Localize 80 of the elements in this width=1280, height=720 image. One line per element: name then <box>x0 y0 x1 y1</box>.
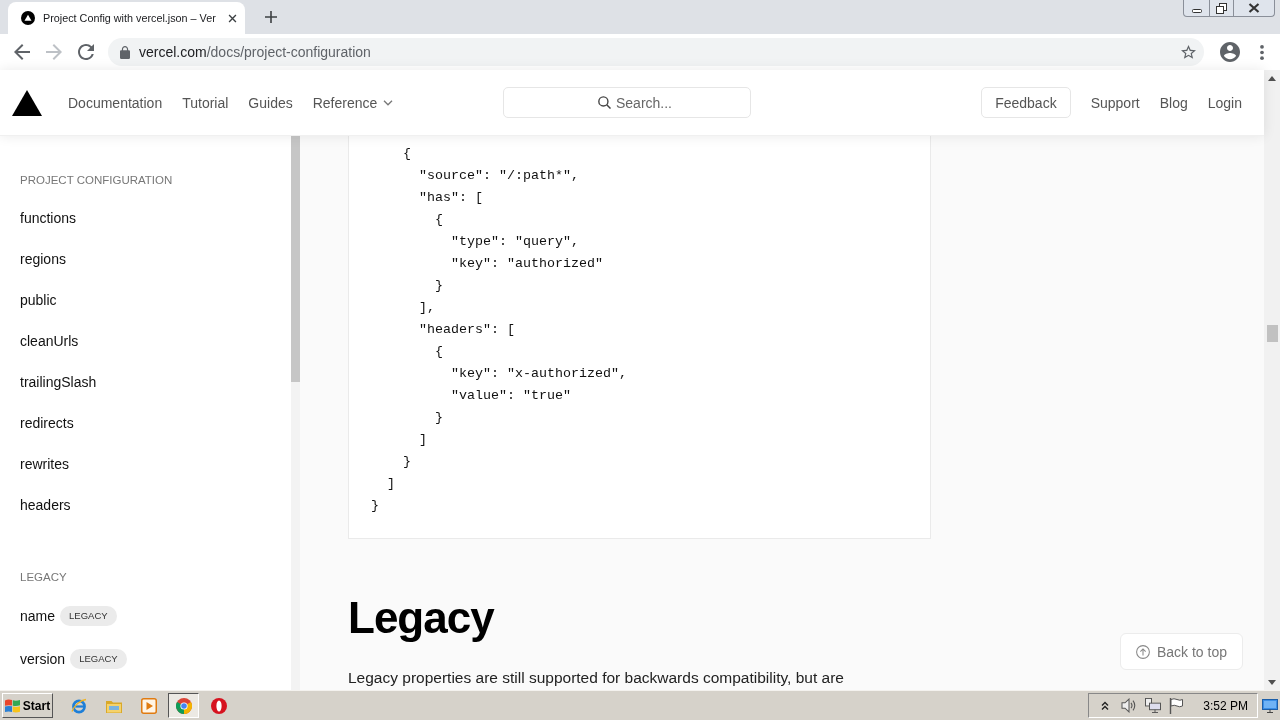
code-line: "key": "authorized" <box>450 255 603 273</box>
code-line: } <box>435 277 443 295</box>
code-line: ] <box>419 431 427 449</box>
triangle-up-icon <box>1268 75 1276 81</box>
flag-icon[interactable] <box>1169 697 1184 714</box>
triangle-logo-icon[interactable] <box>12 89 42 116</box>
code-line: "type": "query", <box>450 233 579 251</box>
taskbar-button[interactable] <box>168 693 199 718</box>
section-heading: LEGACY <box>20 570 67 584</box>
code-line: "source": "/:path*", <box>419 167 579 185</box>
sidebar-link[interactable]: version <box>20 650 66 667</box>
chevron-up-icon[interactable] <box>1101 700 1110 711</box>
arrow-up-circle-icon <box>1135 644 1150 659</box>
e-logo-icon <box>70 697 87 714</box>
search-icon <box>598 96 611 109</box>
address-bar[interactable]: vercel.com/docs/project-configuration <box>108 38 1204 66</box>
arrow-right-icon <box>46 44 62 60</box>
scrollbar-thumb[interactable] <box>291 136 300 382</box>
monitor-icon[interactable] <box>1262 698 1278 713</box>
folder-icon <box>105 698 122 713</box>
reload-icon <box>78 44 94 60</box>
nav-link[interactable]: Blog <box>1159 94 1188 111</box>
code-line: "headers": [ <box>419 321 515 339</box>
paragraph-text: Legacy properties are still supported for backwards compatibility, but are <box>348 669 844 687</box>
code-line: } <box>435 409 443 427</box>
label-badge: LEGACY <box>70 648 127 669</box>
code-line: { <box>435 211 443 229</box>
sidebar-link[interactable]: public <box>20 291 57 308</box>
section-title: Legacy <box>348 592 494 644</box>
network-icon[interactable] <box>1145 698 1162 713</box>
code-line: { <box>403 145 411 163</box>
ring-logo-icon <box>175 697 192 714</box>
arrow-left-icon <box>14 44 30 60</box>
menu-icon <box>1260 44 1264 60</box>
nav-link[interactable]: Guides <box>248 94 293 111</box>
triangle-logo-icon <box>21 11 35 25</box>
sidebar-link[interactable]: name <box>20 607 56 624</box>
sidebar-link[interactable]: trailingSlash <box>20 373 97 390</box>
sidebar-link[interactable]: regions <box>20 250 66 267</box>
flag-logo-icon <box>4 698 20 713</box>
code-line: ], <box>419 299 435 317</box>
minimize-icon <box>1191 8 1202 13</box>
feedback-button[interactable]: Feedback <box>981 87 1071 118</box>
nav-link[interactable]: Reference <box>312 94 394 111</box>
code-line: "has": [ <box>419 189 483 207</box>
person-icon <box>1220 42 1240 62</box>
start-button[interactable]: Start <box>2 693 53 718</box>
label-badge: LEGACY <box>60 605 117 626</box>
back-to-top-button[interactable]: Back to top <box>1120 633 1243 670</box>
sidebar-link[interactable]: cleanUrls <box>20 332 79 349</box>
close-icon <box>227 13 237 23</box>
search-field[interactable]: Search... <box>503 87 751 118</box>
code-line: "key": "x-authorized", <box>450 365 627 383</box>
code-line: } <box>371 497 379 515</box>
nav-link[interactable]: Support <box>1090 94 1140 111</box>
nav-link[interactable]: Login <box>1207 94 1242 111</box>
code-line: } <box>403 453 411 471</box>
play-icon <box>140 697 157 714</box>
star-icon <box>1180 45 1196 59</box>
nav-link[interactable]: Tutorial <box>182 94 229 111</box>
o-logo-icon <box>210 697 227 714</box>
sidebar-link[interactable]: rewrites <box>20 455 69 472</box>
lock-icon <box>120 45 130 59</box>
sidebar-link[interactable]: redirects <box>20 414 74 431</box>
sidebar-link[interactable]: functions <box>20 209 77 226</box>
plus-icon <box>265 11 277 23</box>
chevron-down-icon <box>383 99 394 106</box>
restore-icon <box>1216 2 1227 14</box>
code-line: ] <box>387 475 395 493</box>
nav-link[interactable]: Documentation <box>68 94 163 111</box>
speaker-icon[interactable] <box>1121 698 1138 713</box>
sidebar-link[interactable]: headers <box>20 496 71 513</box>
browser-tab[interactable]: Project Config with vercel.json – Ver <box>8 2 245 34</box>
code-line: "value": "true" <box>450 387 571 405</box>
close-icon <box>1248 3 1260 13</box>
code-line: { <box>435 343 443 361</box>
triangle-down-icon <box>1268 679 1276 685</box>
scrollbar-thumb[interactable] <box>1266 325 1278 342</box>
section-heading: PROJECT CONFIGURATION <box>20 173 173 187</box>
clock-text[interactable]: 3:52 PM <box>1203 698 1248 713</box>
